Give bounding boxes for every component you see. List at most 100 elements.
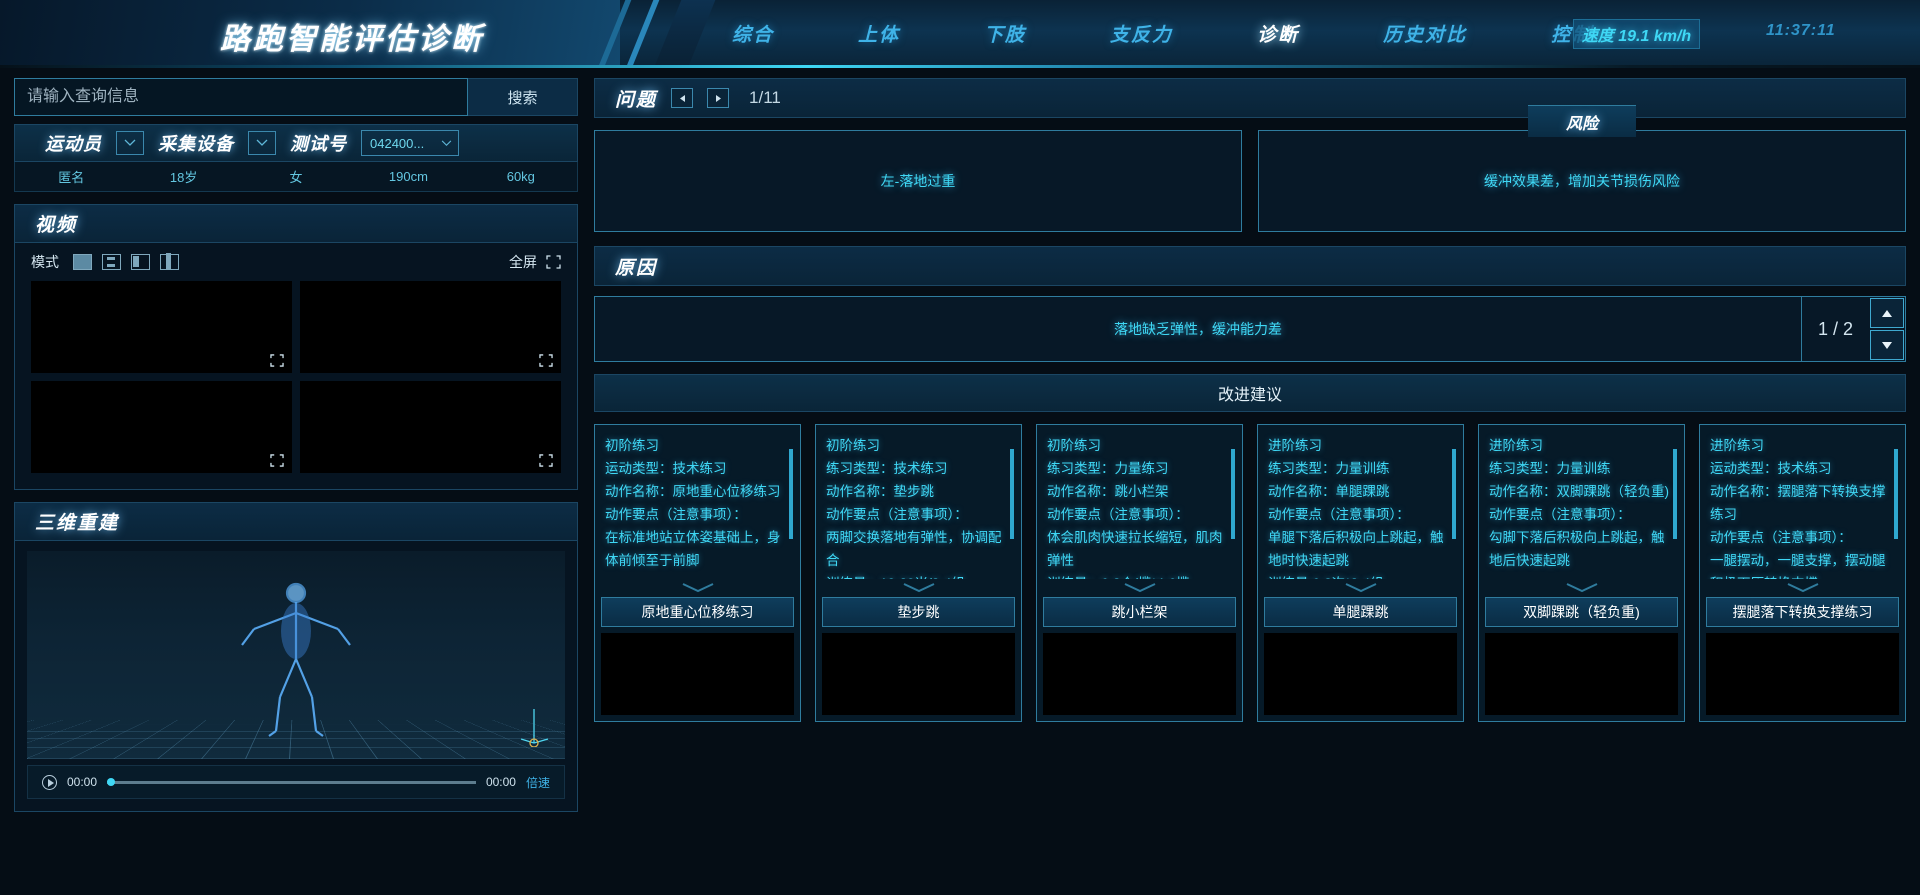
threed-panel: 三维重建 00:00 00:00 倍速: [14, 502, 578, 812]
advice-card-button[interactable]: 跳小栏架: [1043, 597, 1236, 627]
nav-tab-zhenduan[interactable]: 诊断: [1215, 20, 1341, 47]
advice-card-line: 动作要点（注意事项）：: [1268, 507, 1410, 522]
device-dropdown-toggle[interactable]: [248, 131, 276, 155]
test-number-select[interactable]: 042400...: [361, 130, 459, 156]
advice-card-line: 单腿下落后积极向上跳起，触地时快速起跳: [1268, 530, 1444, 568]
advice-card-button[interactable]: 垫步跳: [822, 597, 1015, 627]
advice-card-button[interactable]: 摆腿落下转换支撑练习: [1706, 597, 1899, 627]
advice-card-button[interactable]: 双脚踝跳（轻负重): [1485, 597, 1678, 627]
timeline-slider[interactable]: [107, 778, 476, 786]
chevron-down-icon: [1787, 582, 1818, 592]
layout-split-center-icon[interactable]: [160, 253, 179, 270]
card-scrollbar[interactable]: [789, 449, 793, 539]
card-scrollbar[interactable]: [1010, 449, 1014, 539]
video-cell[interactable]: [31, 381, 292, 473]
video-panel-title: 视频: [15, 205, 577, 243]
expand-icon[interactable]: [539, 454, 553, 467]
risk-text: 缓冲效果差，增加关节损伤风险: [1484, 173, 1680, 189]
advice-card-thumbnail[interactable]: [1485, 633, 1678, 715]
advice-card-button[interactable]: 单腿踝跳: [1264, 597, 1457, 627]
threed-player-bar: 00:00 00:00 倍速: [27, 765, 565, 799]
expand-icon: [546, 255, 561, 269]
cause-up-button[interactable]: [1870, 298, 1904, 328]
video-cell[interactable]: [31, 281, 292, 373]
advice-card-thumbnail[interactable]: [1043, 633, 1236, 715]
problem-next-button[interactable]: [707, 88, 730, 108]
card-expand-chevron[interactable]: [1706, 579, 1899, 595]
layout-split-left-icon[interactable]: [131, 254, 150, 270]
triangle-left-icon: [679, 94, 685, 102]
chevron-down-icon: [124, 139, 136, 146]
cause-down-button[interactable]: [1870, 330, 1904, 360]
clock-display: 11:37:11: [1766, 22, 1836, 39]
app-body: 搜索 运动员 采集设备 测试号 042400... 匿名 18岁 女 190cm…: [0, 68, 1920, 895]
card-scrollbar[interactable]: [1231, 449, 1235, 539]
video-cell[interactable]: [300, 281, 561, 373]
test-number-label: 测试号: [290, 134, 347, 154]
search-button[interactable]: 搜索: [468, 78, 578, 116]
problem-row: 左-落地过重 风险 缓冲效果差，增加关节损伤风险: [594, 105, 1906, 232]
header-slash-decor-2: [626, 0, 660, 66]
advice-card-line: 动作名称：垫步跳: [826, 484, 934, 499]
problem-prev-button[interactable]: [671, 88, 694, 108]
threed-panel-title: 三维重建: [15, 503, 577, 541]
nav-tab-xiazhi[interactable]: 下肢: [942, 20, 1068, 47]
advice-card-line: 练习类型：力量训练: [1268, 461, 1390, 476]
card-expand-chevron[interactable]: [601, 579, 794, 595]
card-expand-chevron[interactable]: [1264, 579, 1457, 595]
athlete-dropdown-toggle[interactable]: [116, 131, 144, 155]
layout-stacked-icon[interactable]: [102, 254, 121, 270]
cause-section-header: 原因: [594, 246, 1906, 286]
card-expand-chevron[interactable]: [1485, 579, 1678, 595]
fullscreen-button[interactable]: 全屏: [509, 252, 561, 272]
current-time: 00:00: [67, 775, 98, 789]
nav-tab-zhifanli[interactable]: 支反力: [1068, 20, 1215, 47]
card-expand-chevron[interactable]: [822, 579, 1015, 595]
layout-single-icon[interactable]: [73, 254, 92, 270]
slider-knob[interactable]: [107, 778, 116, 786]
advice-card-line: 练习类型：力量训练: [1489, 461, 1611, 476]
fullscreen-label: 全屏: [509, 254, 537, 270]
advice-card-level: 进阶练习: [1710, 438, 1764, 453]
advice-card-thumbnail[interactable]: [1264, 633, 1457, 715]
triangle-down-icon: [1882, 341, 1892, 349]
cause-body: 落地缺乏弹性，缓冲能力差 1 / 2: [594, 296, 1906, 362]
card-scrollbar[interactable]: [1894, 449, 1898, 539]
triangle-up-icon: [1882, 309, 1892, 317]
athlete-filter-label: 运动员: [45, 134, 102, 154]
advice-card-button[interactable]: 原地重心位移练习: [601, 597, 794, 627]
app-header: 路跑智能评估诊断 综合 上体 下肢 支反力 诊断 历史对比 控制 速度 19.1…: [0, 0, 1920, 68]
search-input[interactable]: [14, 78, 468, 116]
threed-viewport[interactable]: [27, 551, 565, 759]
playback-rate-button[interactable]: 倍速: [526, 774, 550, 791]
advice-card: 进阶练习 练习类型：力量训练 动作名称：单腿踝跳 动作要点（注意事项）： 单腿下…: [1257, 424, 1464, 722]
advice-card-line: 训练量：10-20米/2-4组: [826, 572, 1011, 579]
card-expand-chevron[interactable]: [1043, 579, 1236, 595]
advice-card-thumbnail[interactable]: [601, 633, 794, 715]
advice-card-level: 进阶练习: [1489, 438, 1543, 453]
filter-bar: 运动员 采集设备 测试号 042400...: [14, 124, 578, 162]
advice-card: 初阶练习 练习类型：力量练习 动作名称：跳小栏架 动作要点（注意事项）： 体会肌…: [1036, 424, 1243, 722]
advice-card-text: 初阶练习 练习类型：技术练习 动作名称：垫步跳 动作要点（注意事项）： 两脚交换…: [822, 431, 1015, 579]
video-cell[interactable]: [300, 381, 561, 473]
chevron-down-icon: [256, 139, 268, 146]
play-icon[interactable]: [42, 774, 57, 790]
main-nav: 综合 上体 下肢 支反力 诊断 历史对比 控制: [690, 0, 1635, 66]
advice-card-line: 在标准地站立体姿基础上，身体前倾至于前脚: [605, 530, 781, 568]
advice-card-line: 动作要点（注意事项）：: [1710, 530, 1852, 545]
problem-section-header: 问题 1/11: [594, 78, 1906, 118]
triangle-right-icon: [715, 94, 721, 102]
expand-icon[interactable]: [270, 454, 284, 467]
advice-card-level: 初阶练习: [605, 438, 659, 453]
card-scrollbar[interactable]: [1452, 449, 1456, 539]
expand-icon[interactable]: [270, 354, 284, 367]
nav-tab-zonghe[interactable]: 综合: [690, 20, 816, 47]
search-row: 搜索: [14, 78, 578, 116]
nav-tab-shangti[interactable]: 上体: [816, 20, 942, 47]
advice-card-thumbnail[interactable]: [1706, 633, 1899, 715]
chevron-down-icon: [1345, 582, 1376, 592]
advice-card-thumbnail[interactable]: [822, 633, 1015, 715]
nav-tab-lishiduibi[interactable]: 历史对比: [1341, 20, 1509, 47]
card-scrollbar[interactable]: [1673, 449, 1677, 539]
expand-icon[interactable]: [539, 354, 553, 367]
